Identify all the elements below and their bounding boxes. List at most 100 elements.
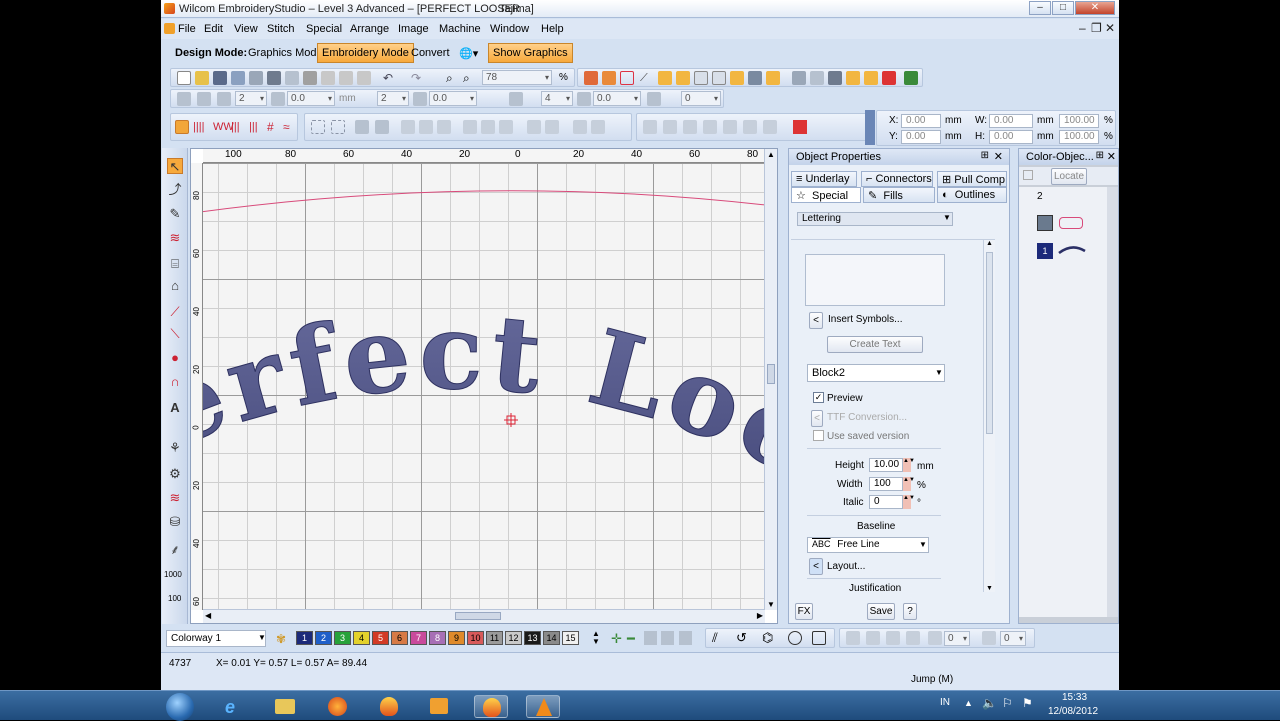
menu-image[interactable]: Image (398, 23, 429, 35)
color-swatch[interactable]: 4 (353, 631, 370, 645)
align-center-icon[interactable] (419, 120, 433, 134)
horizontal-scroll-thumb[interactable] (455, 612, 501, 620)
color-object-list[interactable]: 2 1 (1019, 187, 1107, 617)
scroll-right-icon[interactable]: ▶ (757, 611, 763, 620)
tray-arrow-icon[interactable]: ▲ (964, 698, 973, 708)
panel-close-icon[interactable]: ✕ (994, 150, 1003, 163)
tab-connectors[interactable]: ⌐ Connectors (861, 171, 933, 187)
vertical-scroll-thumb[interactable] (767, 364, 775, 384)
preview-checkbox[interactable]: ✓ (813, 392, 824, 403)
hoop-icon[interactable] (712, 71, 726, 85)
menu-view[interactable]: View (234, 23, 258, 35)
column-tool-icon[interactable]: ⌸ (167, 256, 183, 272)
insert-symbols-arrow-icon[interactable]: < (809, 312, 823, 329)
open-shape-icon[interactable]: ⌬ (762, 631, 776, 645)
ungroup-icon[interactable] (331, 120, 345, 134)
spacing-input[interactable]: 0.0 (287, 91, 335, 106)
group-icon[interactable] (311, 120, 325, 134)
align-left-icon[interactable] (401, 120, 415, 134)
print-icon[interactable] (267, 71, 281, 85)
color-object-item[interactable]: 1 (1037, 243, 1053, 259)
color-swatch[interactable]: 12 (505, 631, 522, 645)
complex-fill-icon[interactable]: ⌂ (167, 278, 183, 294)
color-swatch[interactable]: 8 (429, 631, 446, 645)
height-spinner-icon[interactable]: ▲▼ (903, 458, 915, 472)
horizontal-scrollbar[interactable]: ◀ ▶ (203, 609, 765, 623)
menu-machine[interactable]: Machine (439, 23, 481, 35)
color-swatch[interactable]: 11 (486, 631, 503, 645)
fx-button[interactable]: FX (795, 603, 813, 620)
height-input[interactable]: 10.00 (869, 458, 903, 472)
stitch-view-icon[interactable] (602, 71, 616, 85)
rectangle-icon[interactable] (812, 631, 826, 645)
color-swatch[interactable]: 14 (543, 631, 560, 645)
mirror-h-icon[interactable] (846, 631, 860, 645)
align-right-icon[interactable] (437, 120, 451, 134)
stop-icon[interactable] (793, 120, 807, 134)
rotate-angle-icon[interactable] (928, 631, 942, 645)
zigzag-icon[interactable]: WW (213, 120, 234, 134)
color-swatch[interactable]: 6 (391, 631, 408, 645)
volume-icon[interactable]: 🔈 (982, 696, 997, 710)
function-icon[interactable] (676, 71, 690, 85)
design-canvas[interactable]: 100 80 60 40 20 0 20 40 60 80 80 60 40 2… (190, 148, 778, 624)
menu-window[interactable]: Window (490, 23, 529, 35)
width-input[interactable]: 100 (869, 477, 903, 491)
lettering-object-icon[interactable] (1037, 215, 1053, 231)
monogram-icon[interactable]: ⚙ (167, 466, 183, 482)
panel-close-icon[interactable]: ✕ (1107, 150, 1116, 163)
create-text-button[interactable]: Create Text (827, 336, 923, 353)
color-swatch[interactable]: 1 (296, 631, 313, 645)
properties-scroll-thumb[interactable] (986, 252, 993, 434)
italic-input[interactable]: 0 (869, 495, 903, 509)
clock-time[interactable]: 15:33 (1062, 692, 1087, 703)
spacing-icon[interactable] (271, 92, 285, 106)
lettering-object[interactable]: Perfect Loose (203, 163, 765, 610)
locate-button[interactable]: Locate (1051, 168, 1087, 185)
browser-icon[interactable]: e (218, 695, 252, 718)
pin-icon[interactable]: ⊞ (1096, 150, 1104, 161)
embroidery-text[interactable]: Perfect Loose (203, 163, 765, 506)
color-film-icon[interactable] (846, 71, 860, 85)
menu-help[interactable]: Help (541, 23, 564, 35)
color-swatch[interactable]: 10 (467, 631, 484, 645)
network-icon[interactable]: ⚐ (1002, 696, 1013, 710)
unlock-icon[interactable] (375, 120, 389, 134)
colorway-select[interactable]: Colorway 1 (166, 630, 266, 647)
show-graphics-button[interactable]: Show Graphics (488, 43, 573, 63)
tab-special[interactable]: ☆ Special (791, 187, 861, 203)
baseline-thumbnail[interactable] (1059, 217, 1083, 229)
trim-icon[interactable] (723, 120, 737, 134)
make-same-height-icon[interactable] (591, 120, 605, 134)
ellipse-icon[interactable] (788, 631, 802, 645)
export-icon[interactable] (231, 71, 245, 85)
realistic-icon[interactable] (766, 71, 780, 85)
rotate-icon[interactable] (197, 92, 211, 106)
menu-stitch[interactable]: Stitch (267, 23, 295, 35)
appliqué-icon[interactable]: ⚘ (167, 440, 183, 456)
color-swatch[interactable]: 2 (315, 631, 332, 645)
help-button[interactable]: ? (903, 603, 917, 620)
rows-input[interactable]: 2 (377, 91, 409, 106)
send-icon[interactable] (303, 71, 317, 85)
arc-tool-icon[interactable]: ∩ (167, 374, 183, 390)
step-icon[interactable]: ||| (231, 120, 245, 134)
pos-y-input[interactable]: 0.00 (901, 130, 941, 144)
remove-color-icon[interactable]: ━ (627, 631, 635, 647)
settings-icon[interactable] (792, 71, 806, 85)
globe-icon[interactable]: 🌐▾ (454, 43, 484, 63)
lock-icon[interactable] (355, 120, 369, 134)
reshape-tool-icon[interactable]: ⤴ (167, 182, 183, 198)
minimize-button[interactable]: – (1029, 1, 1051, 15)
offset-icon[interactable] (647, 92, 661, 106)
scroll-up-icon[interactable]: ▲ (767, 150, 775, 159)
circle-tool-icon[interactable]: ● (167, 350, 183, 366)
embroidery-mode-button[interactable]: Embroidery Mode (317, 43, 414, 63)
mdi-minimize-button[interactable]: – (1079, 21, 1086, 35)
layout-arrow-icon[interactable]: < (809, 558, 823, 575)
mirror-v-icon[interactable] (866, 631, 880, 645)
sort-icon[interactable] (1023, 170, 1033, 180)
properties-icon[interactable] (249, 71, 263, 85)
text-thumbnail[interactable] (1057, 243, 1087, 257)
color-swatch[interactable]: 3 (334, 631, 351, 645)
